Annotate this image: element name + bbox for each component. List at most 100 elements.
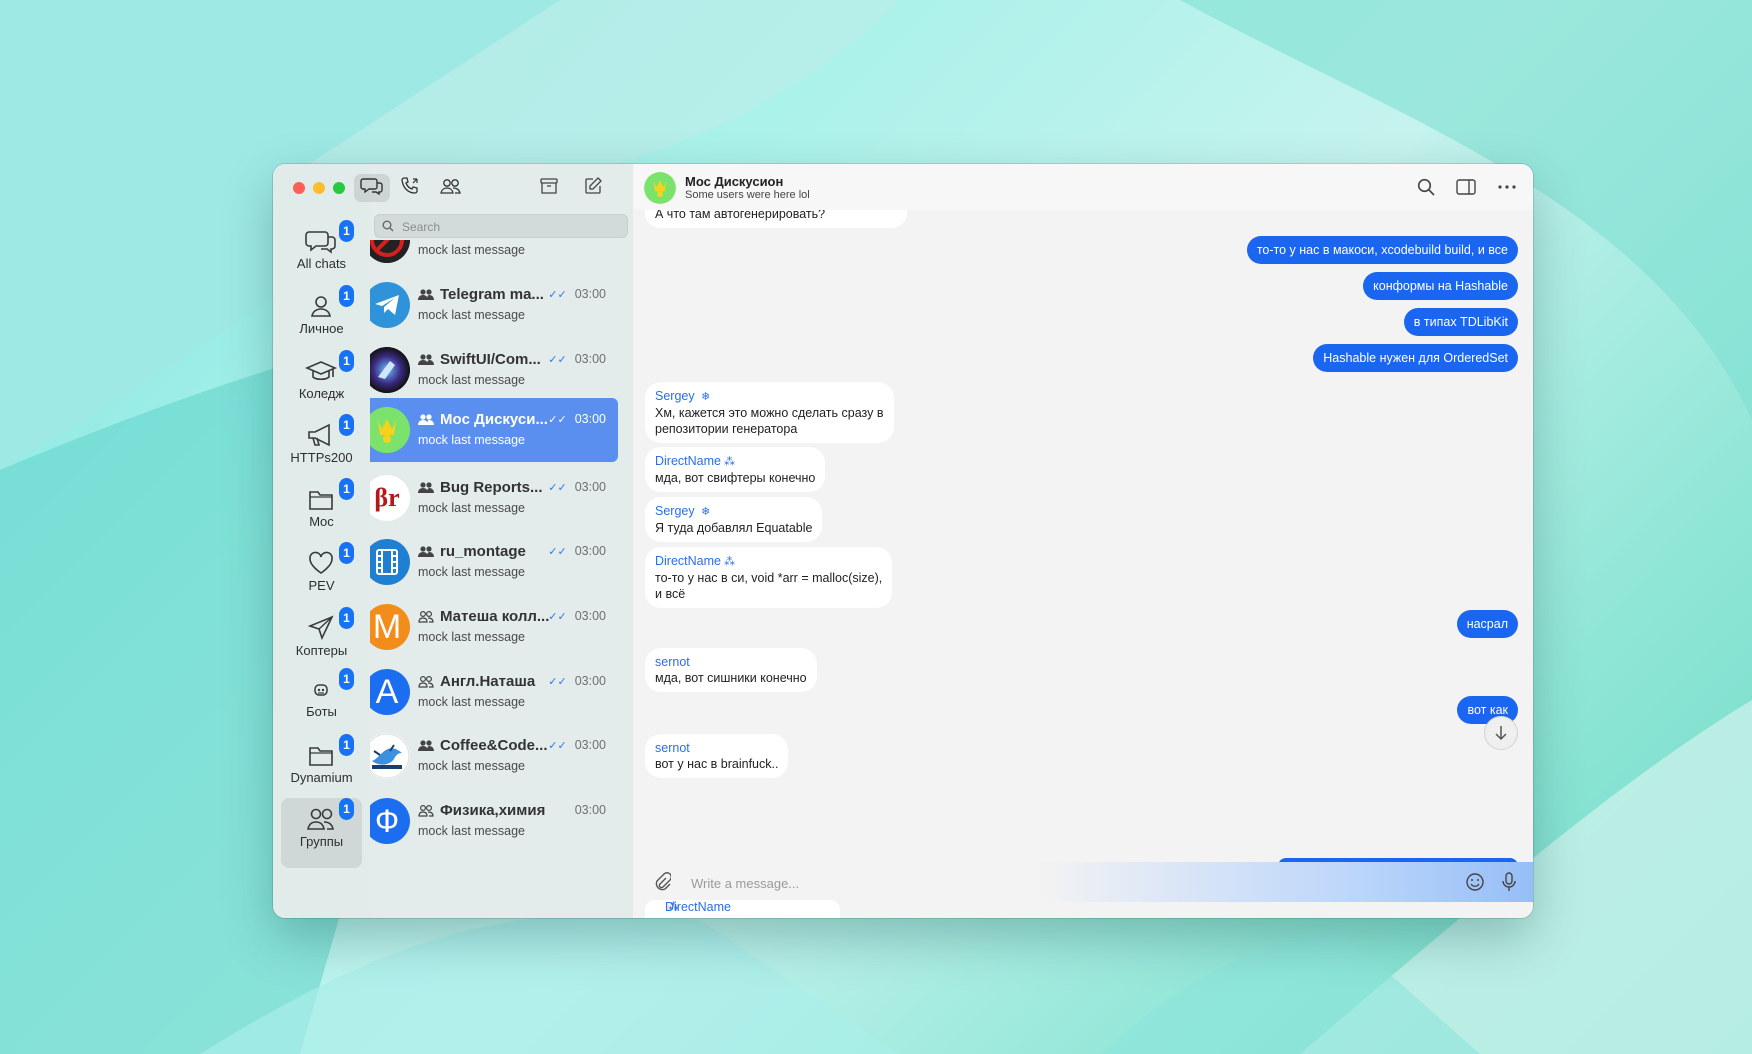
chat-time: ✓✓ 03:00 [548, 544, 606, 558]
archive-button[interactable] [531, 174, 567, 202]
chat-preview: mock last message [418, 695, 525, 709]
message-sender[interactable]: DirectName ⁂ [655, 553, 882, 570]
contacts-tab-button[interactable] [433, 174, 469, 202]
search-icon[interactable] [1415, 177, 1437, 197]
chat-header-avatar[interactable] [644, 172, 676, 204]
heart-icon [305, 548, 337, 578]
folder-rail: All chats 1 Личное 1 Коледж 1 HTTPs200 1 [273, 164, 370, 918]
phone-icon [400, 176, 420, 201]
zoom-window-button[interactable] [333, 182, 345, 194]
folder-groups[interactable]: Группы 1 [281, 798, 362, 868]
conversation-panel: Мос Дискусион Some users were here lol А… [633, 164, 1533, 918]
chat-avatar: A [370, 669, 410, 715]
folder-label: Dynamium [290, 770, 353, 785]
message-incoming[interactable]: sernot мда, вот сишники конечно [645, 648, 817, 692]
chat-header-subtitle: Some users were here lol [685, 189, 810, 201]
chat-time: ✓✓ 03:00 [548, 352, 606, 366]
chat-time: ✓✓ 03:00 [548, 480, 606, 494]
message-sender[interactable]: sernot [655, 654, 807, 670]
chat-row-selected[interactable]: Moc Дискуси... ✓✓ 03:00 mock last message [370, 398, 618, 462]
message-incoming[interactable]: DirectName ⁂ мда, вот свифтеры конечно [645, 447, 826, 492]
chat-row[interactable]: Coffee&Code... ✓✓ 03:00 mock last message [370, 724, 618, 788]
badge-icon: ⁂ [668, 901, 679, 913]
chat-title: Физика,химия [418, 802, 578, 821]
chat-avatar: βr [370, 475, 410, 521]
unread-badge: 1 [339, 798, 354, 820]
folder-pev[interactable]: PEV 1 [281, 542, 362, 604]
read-check-icon: ✓✓ [548, 611, 567, 623]
search-field[interactable] [374, 214, 628, 238]
folder-https200[interactable]: HTTPs200 1 [281, 414, 362, 476]
unread-badge: 1 [339, 285, 354, 307]
minimize-window-button[interactable] [313, 182, 325, 194]
message-sender[interactable]: Sergey ❄ [655, 503, 812, 520]
scroll-to-bottom-button[interactable] [1484, 716, 1518, 750]
folder-dynamium[interactable]: Dynamium 1 [281, 734, 362, 796]
chat-row[interactable]: mock last message [370, 240, 618, 272]
message-outgoing[interactable]: конформы на Hashable [1363, 272, 1518, 300]
close-window-button[interactable] [293, 182, 305, 194]
folder-all-chats[interactable]: All chats 1 [281, 220, 362, 282]
chat-avatar [370, 733, 410, 779]
chat-row[interactable]: Telegram ma... ✓✓ 03:00 mock last message [370, 273, 618, 337]
message-input[interactable] [689, 872, 1193, 894]
microphone-icon[interactable] [1501, 872, 1517, 897]
group-icon [418, 545, 434, 562]
group-icon [418, 481, 434, 498]
message-incoming[interactable]: DirectName ⁂ то-то у нас в си, void *arr … [645, 547, 893, 608]
unread-badge: 1 [339, 220, 354, 242]
message-outgoing[interactable]: Hashable нужен для OrderedSet [1313, 344, 1518, 372]
chat-row[interactable]: Ф Физика,химия 03:00 mock last message [370, 789, 618, 853]
attach-icon[interactable] [653, 872, 672, 897]
search-input[interactable] [400, 216, 624, 238]
conversation-header: Мос Дискусион Some users were here lol [633, 164, 1533, 210]
folder-moc[interactable]: Moc 1 [281, 478, 362, 540]
message-incoming[interactable]: А что там автогенерировать? [645, 210, 907, 228]
calls-tab-button[interactable] [392, 174, 428, 202]
folder-label: HTTPs200 [290, 450, 353, 465]
read-check-icon: ✓✓ [548, 482, 567, 494]
folder-icon [305, 740, 337, 770]
chat-row[interactable]: A Англ.Наташа ✓✓ 03:00 mock last message [370, 660, 618, 724]
message-sender[interactable]: sernot [655, 740, 778, 756]
chat-row[interactable]: M Матеша колл... ✓✓ 03:00 mock last messa… [370, 595, 618, 659]
read-check-icon: ✓✓ [548, 414, 567, 426]
message-outgoing[interactable]: то-то у нас в макоси, xcodebuild build, … [1246, 236, 1518, 264]
message-incoming[interactable]: Sergey ❄ Хм, кажется это можно сделать с… [645, 382, 894, 443]
chat-header-title[interactable]: Мос Дискусион [685, 174, 783, 189]
message-incoming-partial: DirectName ⁂ [645, 900, 840, 918]
badge-icon: ⁂ [724, 556, 735, 568]
window-controls [293, 182, 345, 194]
chat-avatar: M [370, 604, 410, 650]
chat-row[interactable]: ru_montage ✓✓ 03:00 mock last message [370, 530, 618, 594]
message-incoming[interactable]: Sergey ❄ Я туда добавлял Equatable [645, 497, 823, 542]
chat-preview: mock last message [418, 565, 525, 579]
message-sender[interactable]: Sergey ❄ [655, 388, 884, 405]
read-check-icon: ✓✓ [548, 676, 567, 688]
group-icon [418, 288, 434, 305]
folder-bots[interactable]: Боты 1 [281, 668, 362, 730]
group-icon [418, 353, 434, 370]
read-check-icon: ✓✓ [548, 289, 567, 301]
chat-time: 03:00 [574, 803, 606, 817]
sidebar-toggle-icon[interactable] [1455, 177, 1477, 197]
chat-avatar [370, 539, 410, 585]
message-outgoing[interactable]: насрал [1456, 610, 1518, 638]
folder-copters[interactable]: Коптеры 1 [281, 607, 362, 669]
chat-preview: mock last message [418, 243, 525, 257]
chats-tab-button[interactable] [354, 174, 390, 202]
emoji-icon[interactable] [1465, 872, 1485, 897]
more-icon[interactable] [1496, 177, 1518, 197]
chat-preview: mock last message [418, 308, 525, 322]
folder-college[interactable]: Коледж 1 [281, 350, 362, 412]
chat-row[interactable]: βr Bug Reports... ✓✓ 03:00 mock last mess… [370, 466, 618, 530]
people-icon [305, 804, 337, 834]
message-list: А что там автогенерировать? то-то у нас … [633, 210, 1533, 918]
message-sender[interactable]: DirectName ⁂ [655, 453, 815, 470]
archive-icon [539, 176, 559, 201]
message-outgoing[interactable]: в типах TDLibKit [1403, 308, 1518, 336]
compose-button[interactable] [575, 174, 611, 202]
message-incoming[interactable]: sernot вот у нас в brainfuck.. [645, 734, 789, 778]
chat-row[interactable]: SwiftUI/Com... ✓✓ 03:00 mock last message [370, 338, 618, 402]
folder-personal[interactable]: Личное 1 [281, 285, 362, 347]
